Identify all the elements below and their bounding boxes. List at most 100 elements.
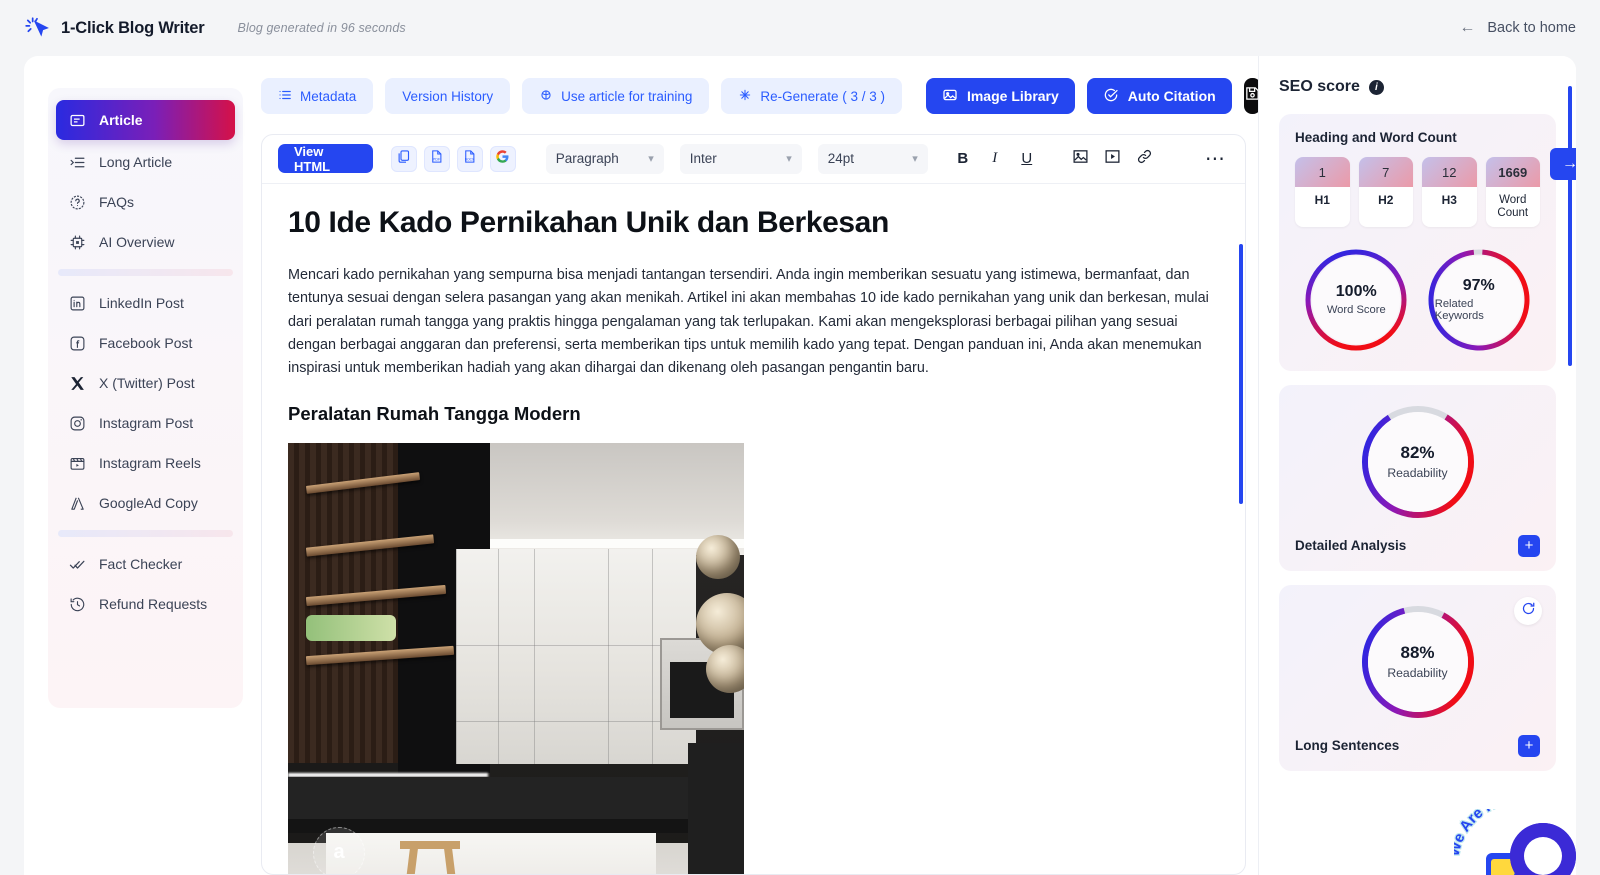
long-sentences-refresh-button[interactable] bbox=[1514, 596, 1542, 625]
regenerate-button[interactable]: Re-Generate ( 3 / 3 ) bbox=[721, 78, 902, 114]
long-sentences-expand-button[interactable]: + bbox=[1518, 734, 1540, 757]
seo-panel-scrollbar[interactable] bbox=[1568, 86, 1572, 366]
related-keywords-ring: 97% Related Keywords bbox=[1426, 247, 1532, 353]
document-body[interactable]: 10 Ide Kado Pernikahan Unik dan Berkesan… bbox=[262, 184, 1245, 874]
photo-plants bbox=[306, 614, 396, 641]
related-keywords-percent: 97% bbox=[1462, 277, 1495, 295]
svg-text:PDF: PDF bbox=[433, 157, 441, 161]
seo-score-title: SEO score bbox=[1279, 78, 1360, 95]
google-icon bbox=[495, 149, 510, 169]
question-badge-icon bbox=[68, 193, 86, 211]
block-style-select[interactable]: Paragraph ▾ bbox=[545, 143, 664, 174]
top-bar: 1-Click Blog Writer Blog generated in 96… bbox=[0, 0, 1600, 56]
insert-link-button[interactable] bbox=[1130, 144, 1160, 174]
sidebar-item-label: Instagram Reels bbox=[99, 455, 201, 471]
auto-citation-label: Auto Citation bbox=[1127, 88, 1216, 104]
brand: 1-Click Blog Writer Blog generated in 96… bbox=[24, 15, 406, 41]
auto-citation-button[interactable]: Auto Citation bbox=[1086, 78, 1232, 114]
sidebar-item-label: Facebook Post bbox=[99, 335, 193, 351]
sidebar-item-x-twitter-post[interactable]: X (Twitter) Post bbox=[56, 365, 235, 401]
sidebar-item-refund-requests[interactable]: Refund Requests bbox=[56, 586, 235, 622]
copy-button[interactable] bbox=[390, 145, 417, 172]
font-family-select[interactable]: Inter ▾ bbox=[679, 143, 802, 174]
export-button-group: PDF DOCX bbox=[390, 145, 516, 172]
more-horizontal-icon: ⋯ bbox=[1204, 148, 1226, 171]
detailed-analysis-expand-button[interactable]: + bbox=[1518, 534, 1540, 557]
sidebar-item-fact-checker[interactable]: Fact Checker bbox=[56, 546, 235, 582]
sidebar-item-instagram-reels[interactable]: Instagram Reels bbox=[56, 445, 235, 481]
facebook-icon bbox=[68, 334, 86, 352]
sidebar-item-googlead-copy[interactable]: GoogleAd Copy bbox=[56, 485, 235, 521]
sidebar-item-label: Refund Requests bbox=[99, 596, 208, 612]
export-google-docs-button[interactable] bbox=[489, 145, 516, 172]
related-keywords-inner: 97% Related Keywords bbox=[1434, 255, 1523, 344]
export-pdf-button[interactable]: PDF bbox=[423, 145, 450, 172]
heading-word-count-title: Heading and Word Count bbox=[1295, 130, 1457, 145]
sidebar-item-long-article[interactable]: Long Article bbox=[56, 144, 235, 180]
view-html-button[interactable]: View HTML bbox=[278, 144, 373, 174]
article-heading-2: Peralatan Rumah Tangga Modern bbox=[288, 402, 581, 424]
tab-metadata[interactable]: Metadata bbox=[261, 78, 374, 114]
sidebar-item-faqs[interactable]: FAQs bbox=[56, 184, 235, 220]
underline-button[interactable]: U bbox=[1012, 144, 1042, 174]
sidebar-item-article[interactable]: Article bbox=[56, 100, 235, 140]
back-to-home-button[interactable]: ← Back to home bbox=[1459, 19, 1576, 37]
pdf-icon: PDF bbox=[429, 149, 444, 169]
italic-button[interactable]: I bbox=[980, 144, 1010, 174]
insert-image-icon bbox=[1072, 148, 1089, 169]
word-score-inner: 100% Word Score bbox=[1312, 255, 1401, 344]
sidebar-item-label: Article bbox=[99, 112, 143, 128]
readability-percent: 82% bbox=[1400, 443, 1435, 463]
bold-button[interactable]: B bbox=[948, 144, 978, 174]
insert-image-button[interactable] bbox=[1066, 144, 1096, 174]
refresh-icon bbox=[1521, 601, 1536, 621]
sidebar-item-instagram-post[interactable]: Instagram Post bbox=[56, 405, 235, 441]
photo-backsplash bbox=[288, 776, 744, 823]
hiring-chat-widget[interactable]: We Are Hiring bbox=[1454, 785, 1576, 875]
article-title: 10 Ide Kado Pernikahan Unik dan Berkesan bbox=[288, 205, 889, 239]
photo-island bbox=[688, 742, 744, 874]
info-icon[interactable]: i bbox=[1368, 79, 1384, 95]
arrow-left-icon: ← bbox=[1459, 19, 1476, 36]
article-icon bbox=[68, 111, 86, 129]
word-score-percent: 100% bbox=[1335, 283, 1377, 301]
check-circle-icon bbox=[1103, 87, 1119, 106]
export-docx-button[interactable]: DOCX bbox=[456, 145, 483, 172]
font-family-value: Inter bbox=[689, 151, 717, 167]
tab-version-history[interactable]: Version History bbox=[385, 78, 511, 114]
sidebar-item-linkedin-post[interactable]: LinkedIn Post bbox=[56, 285, 235, 321]
seo-panel-header: SEO score i bbox=[1279, 78, 1556, 96]
readability-ring-wrap: 82% Readability bbox=[1295, 403, 1540, 521]
photo-pendant-lamp bbox=[696, 534, 740, 579]
score-rings: 100% Word Score 97% Related Keywords bbox=[1295, 247, 1540, 353]
panel-next-button[interactable]: → bbox=[1550, 148, 1576, 180]
insert-video-icon bbox=[1104, 148, 1121, 169]
readability-inner: 82% Readability bbox=[1367, 411, 1468, 512]
photo-pendant-lamp bbox=[706, 644, 744, 693]
photo-countertop bbox=[288, 818, 744, 833]
tab-version-history-label: Version History bbox=[402, 88, 494, 104]
sidebar-item-facebook-post[interactable]: Facebook Post bbox=[56, 325, 235, 361]
heading-count-value: 7 bbox=[1358, 157, 1413, 187]
font-size-select[interactable]: 24pt ▾ bbox=[817, 143, 928, 174]
heading-count-value: 12 bbox=[1422, 157, 1477, 187]
sidebar-item-label: LinkedIn Post bbox=[99, 295, 184, 311]
image-library-button[interactable]: Image Library bbox=[925, 78, 1075, 114]
article-image[interactable]: a bbox=[288, 442, 744, 874]
sidebar-item-ai-overview[interactable]: AI Overview bbox=[56, 224, 235, 260]
more-options-button[interactable]: ⋯ bbox=[1202, 144, 1229, 174]
long-sentences-label: Long Sentences bbox=[1295, 738, 1400, 754]
sidebar-divider bbox=[58, 269, 233, 276]
chevron-down-icon: ▾ bbox=[786, 153, 792, 166]
tab-use-article-for-training[interactable]: Use article for training bbox=[522, 78, 710, 114]
editor-scrollbar[interactable] bbox=[1239, 243, 1243, 504]
word-count-label: Word Count bbox=[1497, 194, 1529, 219]
chevron-down-icon: ▾ bbox=[648, 153, 654, 166]
insert-video-button[interactable] bbox=[1098, 144, 1128, 174]
training-icon bbox=[539, 88, 553, 105]
tab-use-article-for-training-label: Use article for training bbox=[561, 88, 693, 104]
editor-card: View HTML PDF DOCX Paragraph ▾ Inter ▾ 2… bbox=[261, 134, 1246, 875]
image-library-label: Image Library bbox=[966, 88, 1059, 104]
heading-count-label: H2 bbox=[1378, 193, 1394, 207]
heading-count-value: 1 bbox=[1295, 157, 1350, 187]
